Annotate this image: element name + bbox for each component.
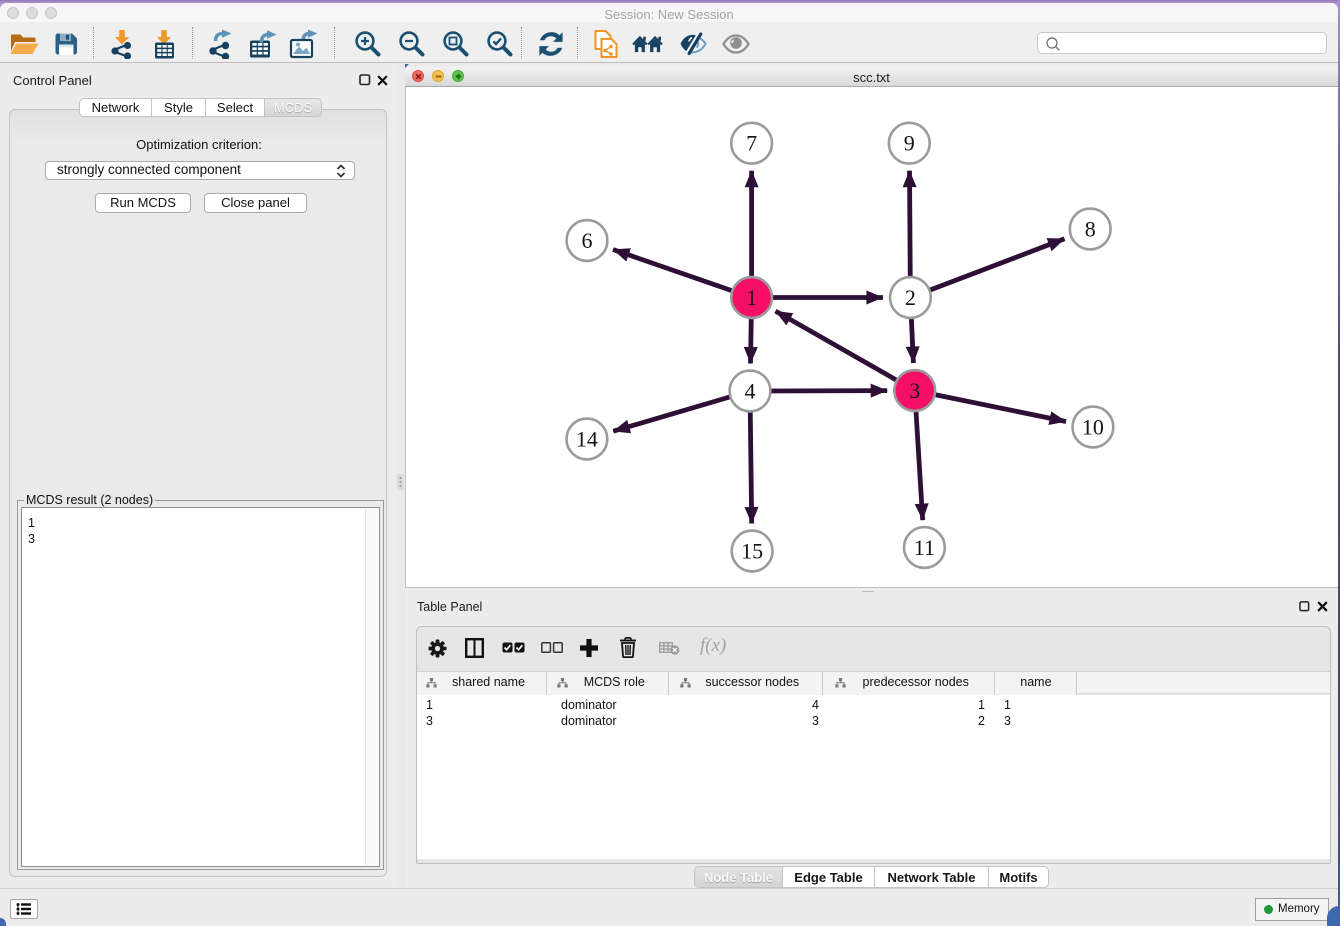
svg-text:8: 8 [1084, 216, 1095, 241]
svg-text:15: 15 [741, 538, 763, 563]
svg-text:1: 1 [746, 285, 757, 310]
svg-text:9: 9 [903, 131, 914, 156]
svg-text:10: 10 [1081, 414, 1103, 439]
svg-text:11: 11 [913, 535, 934, 560]
svg-text:7: 7 [746, 131, 757, 156]
svg-text:6: 6 [581, 228, 592, 253]
svg-text:3: 3 [909, 378, 920, 403]
svg-text:14: 14 [575, 426, 597, 451]
svg-text:2: 2 [904, 285, 915, 310]
svg-text:4: 4 [744, 378, 755, 403]
